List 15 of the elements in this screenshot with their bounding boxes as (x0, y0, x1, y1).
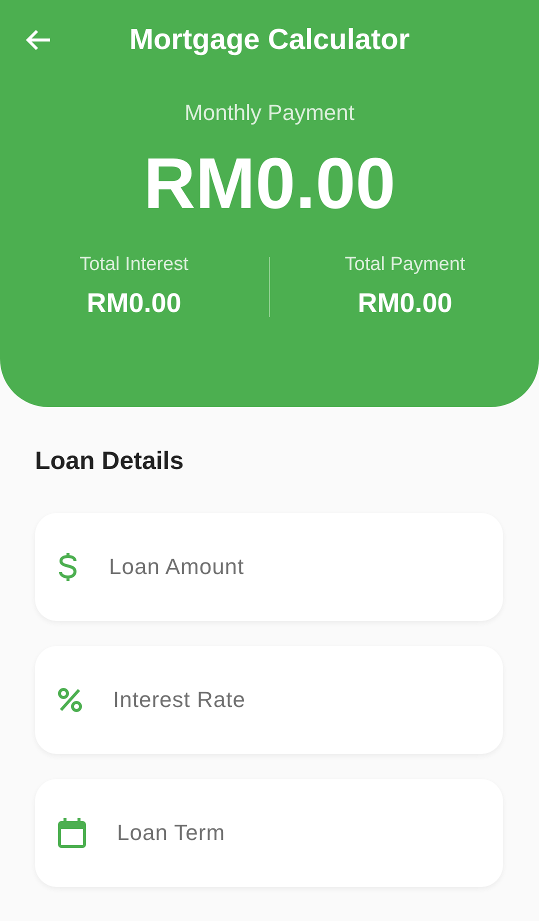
input-field[interactable]: Loan Amount (107, 553, 451, 581)
dollar-icon (57, 552, 79, 582)
back-arrow-icon (24, 28, 52, 52)
input-field[interactable]: Loan Term (115, 819, 459, 847)
screen-title: Mortgage Calculator (129, 24, 410, 56)
section-title: Loan Details (35, 447, 185, 476)
monthly-payment-label: Monthly Payment (184, 100, 354, 126)
monthly-payment-value: RM0.00 (143, 144, 396, 224)
input-field[interactable]: Interest Rate (111, 686, 455, 714)
total-value: RM0.00 (86, 288, 182, 319)
calendar-icon (57, 817, 87, 849)
percent-icon (57, 687, 83, 713)
total-label: Total Payment (344, 254, 466, 276)
total-value: RM0.00 (358, 288, 452, 319)
total-label: Total Interest (80, 254, 188, 276)
